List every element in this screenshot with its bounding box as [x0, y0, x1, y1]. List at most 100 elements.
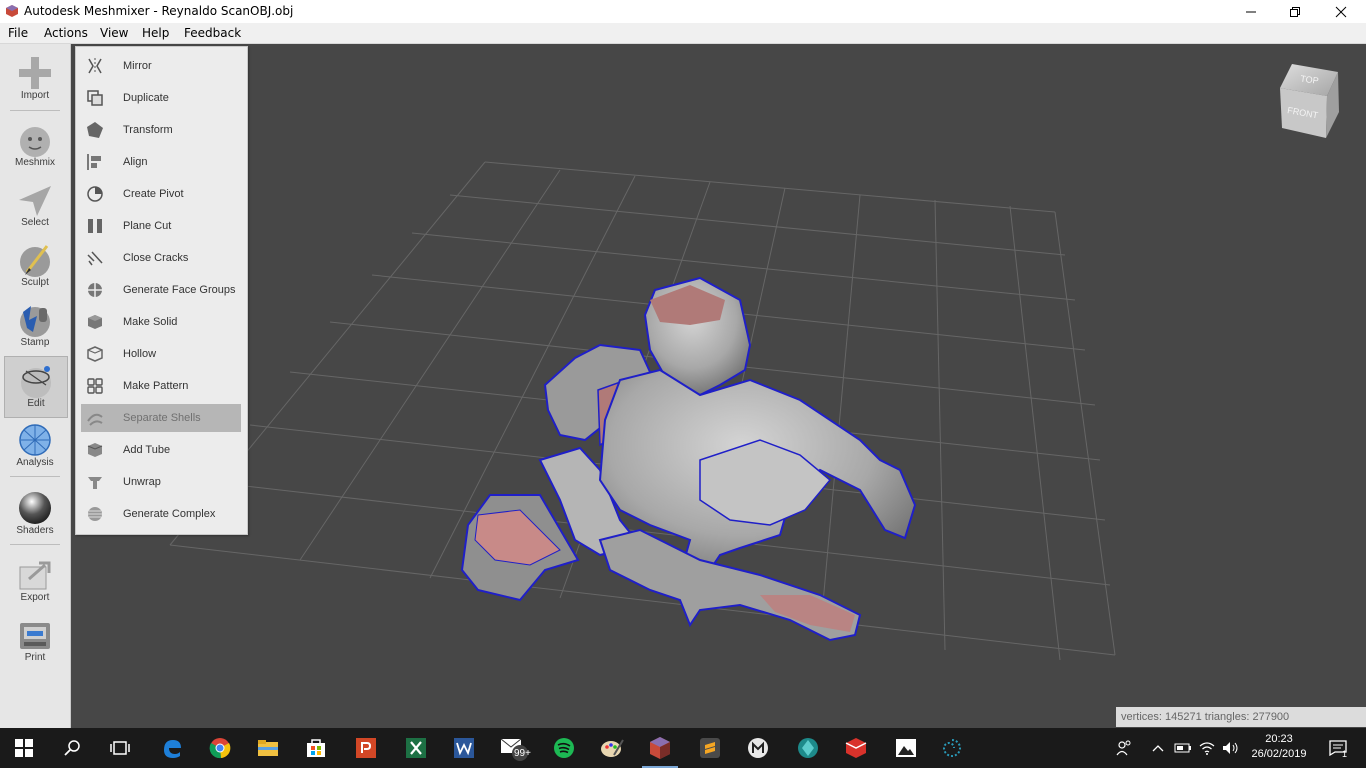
- search-button[interactable]: [48, 728, 96, 768]
- 3d-viewport[interactable]: TOP FRONT: [71, 44, 1366, 728]
- sculpt-tool[interactable]: Sculpt: [4, 236, 66, 296]
- search-icon: [64, 740, 80, 756]
- align-icon: [87, 154, 101, 170]
- close-icon: [1335, 6, 1347, 17]
- menu-actions[interactable]: Actions: [44, 26, 88, 40]
- duplicate-icon: [87, 90, 103, 106]
- menu-feedback[interactable]: Feedback: [184, 26, 241, 40]
- scene-canvas: TOP FRONT: [169, 64, 1339, 661]
- action-center-button[interactable]: 1: [1318, 728, 1358, 768]
- wifi-icon: [1199, 742, 1215, 755]
- tray-wifi[interactable]: [1196, 728, 1218, 768]
- edit-align[interactable]: Align: [81, 148, 241, 176]
- edit-unwrap[interactable]: Unwrap: [81, 468, 241, 496]
- stamp-tool[interactable]: Stamp: [4, 296, 66, 356]
- select-tool[interactable]: Select: [4, 176, 66, 236]
- taskbar-edge[interactable]: [148, 728, 196, 768]
- edit-duplicate-label: Duplicate: [123, 92, 169, 104]
- add-tube-icon: [87, 443, 103, 457]
- taskbar-spotify[interactable]: [540, 728, 588, 768]
- analysis-tool[interactable]: Analysis: [4, 416, 66, 476]
- edit-separate-shells[interactable]: Separate Shells: [81, 404, 241, 432]
- taskbar-powerpoint[interactable]: [342, 728, 390, 768]
- start-button[interactable]: [0, 728, 48, 768]
- sublime-icon: [700, 738, 720, 758]
- meshmix-tool[interactable]: Meshmix: [4, 116, 66, 176]
- edit-generate-complex[interactable]: Generate Complex: [81, 500, 241, 528]
- taskbar-app-m[interactable]: [734, 728, 782, 768]
- edit-align-label: Align: [123, 156, 148, 168]
- edit-generate-complex-label: Generate Complex: [123, 508, 216, 520]
- taskbar-app-globe[interactable]: [784, 728, 832, 768]
- edit-tool[interactable]: Edit: [4, 356, 68, 418]
- taskbar-excel[interactable]: [392, 728, 440, 768]
- edit-hollow[interactable]: Hollow: [81, 340, 241, 368]
- printer-icon: [20, 623, 50, 649]
- taskbar-sketchup[interactable]: [832, 728, 880, 768]
- taskbar-app-swirl[interactable]: [928, 728, 976, 768]
- edit-transform[interactable]: Transform: [81, 116, 241, 144]
- minimize-button[interactable]: [1228, 0, 1274, 23]
- edit-separate-shells-label: Separate Shells: [123, 412, 201, 424]
- restore-button[interactable]: [1272, 0, 1318, 23]
- taskbar-mail[interactable]: 99+: [490, 728, 538, 768]
- task-view-icon: [110, 741, 130, 755]
- edit-sphere-icon: [21, 366, 51, 398]
- taskbar-meshmixer[interactable]: [636, 728, 684, 768]
- clock-date: 26/02/2019: [1251, 748, 1307, 760]
- view-cube[interactable]: TOP FRONT: [1280, 64, 1339, 138]
- battery-icon: [1174, 743, 1191, 753]
- pattern-icon: [87, 378, 103, 394]
- edit-duplicate[interactable]: Duplicate: [81, 84, 241, 112]
- taskbar-sublime[interactable]: [686, 728, 734, 768]
- menu-view[interactable]: View: [100, 26, 128, 40]
- menu-file[interactable]: File: [8, 26, 28, 40]
- tray-volume[interactable]: [1220, 728, 1242, 768]
- task-view-button[interactable]: [96, 728, 144, 768]
- system-clock[interactable]: 20:23 26/02/2019: [1244, 732, 1314, 762]
- shaders-tool-label: Shaders: [16, 525, 54, 536]
- pivot-icon: [87, 186, 103, 202]
- taskbar-file-explorer[interactable]: [244, 728, 292, 768]
- taskbar-paint[interactable]: [588, 728, 636, 768]
- tray-people[interactable]: [1110, 728, 1138, 768]
- edit-close-cracks[interactable]: Close Cracks: [81, 244, 241, 272]
- people-icon: [1116, 740, 1131, 756]
- spotify-icon: [554, 738, 574, 758]
- file-explorer-icon: [258, 740, 278, 756]
- edit-mirror[interactable]: Mirror: [81, 52, 241, 80]
- edit-create-pivot[interactable]: Create Pivot: [81, 180, 241, 208]
- edit-mirror-label: Mirror: [123, 60, 152, 72]
- tray-show-hidden[interactable]: [1148, 728, 1168, 768]
- tray-battery[interactable]: [1172, 728, 1194, 768]
- windows-taskbar: 99+ 20:23 26/02/2019 1: [0, 728, 1366, 768]
- edit-plane-cut[interactable]: Plane Cut: [81, 212, 241, 240]
- edit-generate-face-groups[interactable]: Generate Face Groups: [81, 276, 241, 304]
- print-tool[interactable]: Print: [4, 611, 66, 671]
- taskbar-chrome[interactable]: [196, 728, 244, 768]
- edge-icon: [164, 740, 181, 758]
- menu-bar: File Actions View Help Feedback: [0, 23, 1366, 44]
- edit-make-solid[interactable]: Make Solid: [81, 308, 241, 336]
- edit-plane-cut-label: Plane Cut: [123, 220, 172, 232]
- transform-icon: [87, 122, 103, 138]
- edit-add-tube[interactable]: Add Tube: [81, 436, 241, 464]
- taskbar-word[interactable]: [440, 728, 488, 768]
- taskbar-store[interactable]: [292, 728, 340, 768]
- taskbar-photos[interactable]: [882, 728, 930, 768]
- edit-transform-label: Transform: [123, 124, 173, 136]
- shaders-tool[interactable]: Shaders: [4, 484, 66, 544]
- edit-make-pattern[interactable]: Make Pattern: [81, 372, 241, 400]
- close-button[interactable]: [1318, 0, 1364, 23]
- toolbar-separator: [10, 544, 60, 545]
- toolbar-separator: [10, 476, 60, 477]
- menu-help[interactable]: Help: [142, 26, 169, 40]
- export-tool[interactable]: Export: [4, 551, 66, 611]
- meshmix-tool-label: Meshmix: [14, 157, 55, 168]
- restore-icon: [1290, 6, 1300, 17]
- import-tool[interactable]: Import: [4, 49, 66, 109]
- meshmixer-icon: [650, 737, 670, 759]
- analysis-mesh-icon: [19, 424, 51, 456]
- paint-icon: [601, 739, 624, 757]
- hollow-icon: [87, 346, 103, 362]
